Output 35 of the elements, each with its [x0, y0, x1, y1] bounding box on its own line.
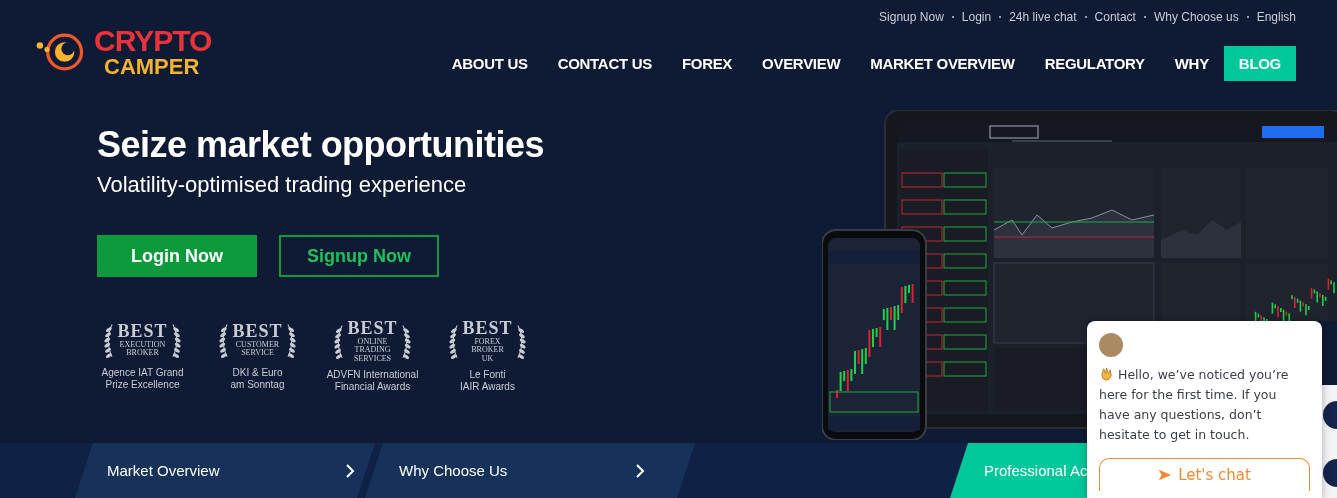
nav-link[interactable]: WHY [1159, 46, 1224, 81]
award-badge-text: BEST EXECUTION BROKER [117, 322, 168, 358]
award-badge-text: BEST CUSTOMER SERVICE [232, 322, 283, 358]
award-caption: ADVFN International Financial Awards [326, 369, 419, 394]
waving-hand-icon [1099, 366, 1114, 381]
hero-title: Seize market opportunities [97, 124, 546, 166]
nav-link[interactable]: FOREX [666, 46, 748, 81]
signup-button[interactable]: Signup Now [279, 235, 439, 277]
top-link[interactable]: 24h live chat [1009, 10, 1077, 24]
chat-message: Hello, we’ve noticed you’re here for the first time. If you have any questions, don’t hesitate to get in touch. [1099, 365, 1290, 444]
award-caption: Le Fonti IAIR Awards [460, 369, 515, 394]
nav-link[interactable]: CONTACT US [542, 46, 667, 81]
award-badge-text: BEST ONLINE TRADING SERVICES [347, 319, 398, 364]
top-link[interactable]: Login [961, 10, 992, 24]
nav-link[interactable]: OVERVIEW [747, 46, 856, 81]
nav-link[interactable]: REGULATORY [1029, 46, 1160, 81]
send-icon [1158, 468, 1173, 482]
chevron-right-icon [635, 462, 645, 479]
top-link[interactable]: Contact [1094, 10, 1136, 24]
section-link[interactable]: Market Overview [75, 443, 375, 498]
logo-wordmark-bottom: CAMPER [103, 56, 201, 78]
top-link[interactable]: Signup Now [879, 10, 944, 24]
award-caption: Agence IAT Grand Prize Excellence [101, 367, 184, 391]
logo-wordmark-top: CRYPTO [94, 26, 212, 56]
nav-link[interactable]: MARKET OVERVIEW [855, 46, 1030, 81]
top-link[interactable]: English [1256, 10, 1296, 24]
agent-avatar [1099, 333, 1123, 357]
top-link[interactable]: Why Choose us [1153, 10, 1239, 24]
login-button[interactable]: Login Now [97, 235, 257, 277]
chevron-right-icon [345, 462, 355, 479]
nav-link[interactable]: ABOUT US [436, 46, 543, 81]
section-link[interactable]: Why Choose Us [365, 443, 695, 498]
award-badge-text: BEST FOREX BROKER UK [462, 319, 513, 364]
hero-subtitle: Volatility-optimised trading experience [97, 172, 468, 198]
award-caption: DKI & Euro am Sonntag [230, 367, 285, 391]
